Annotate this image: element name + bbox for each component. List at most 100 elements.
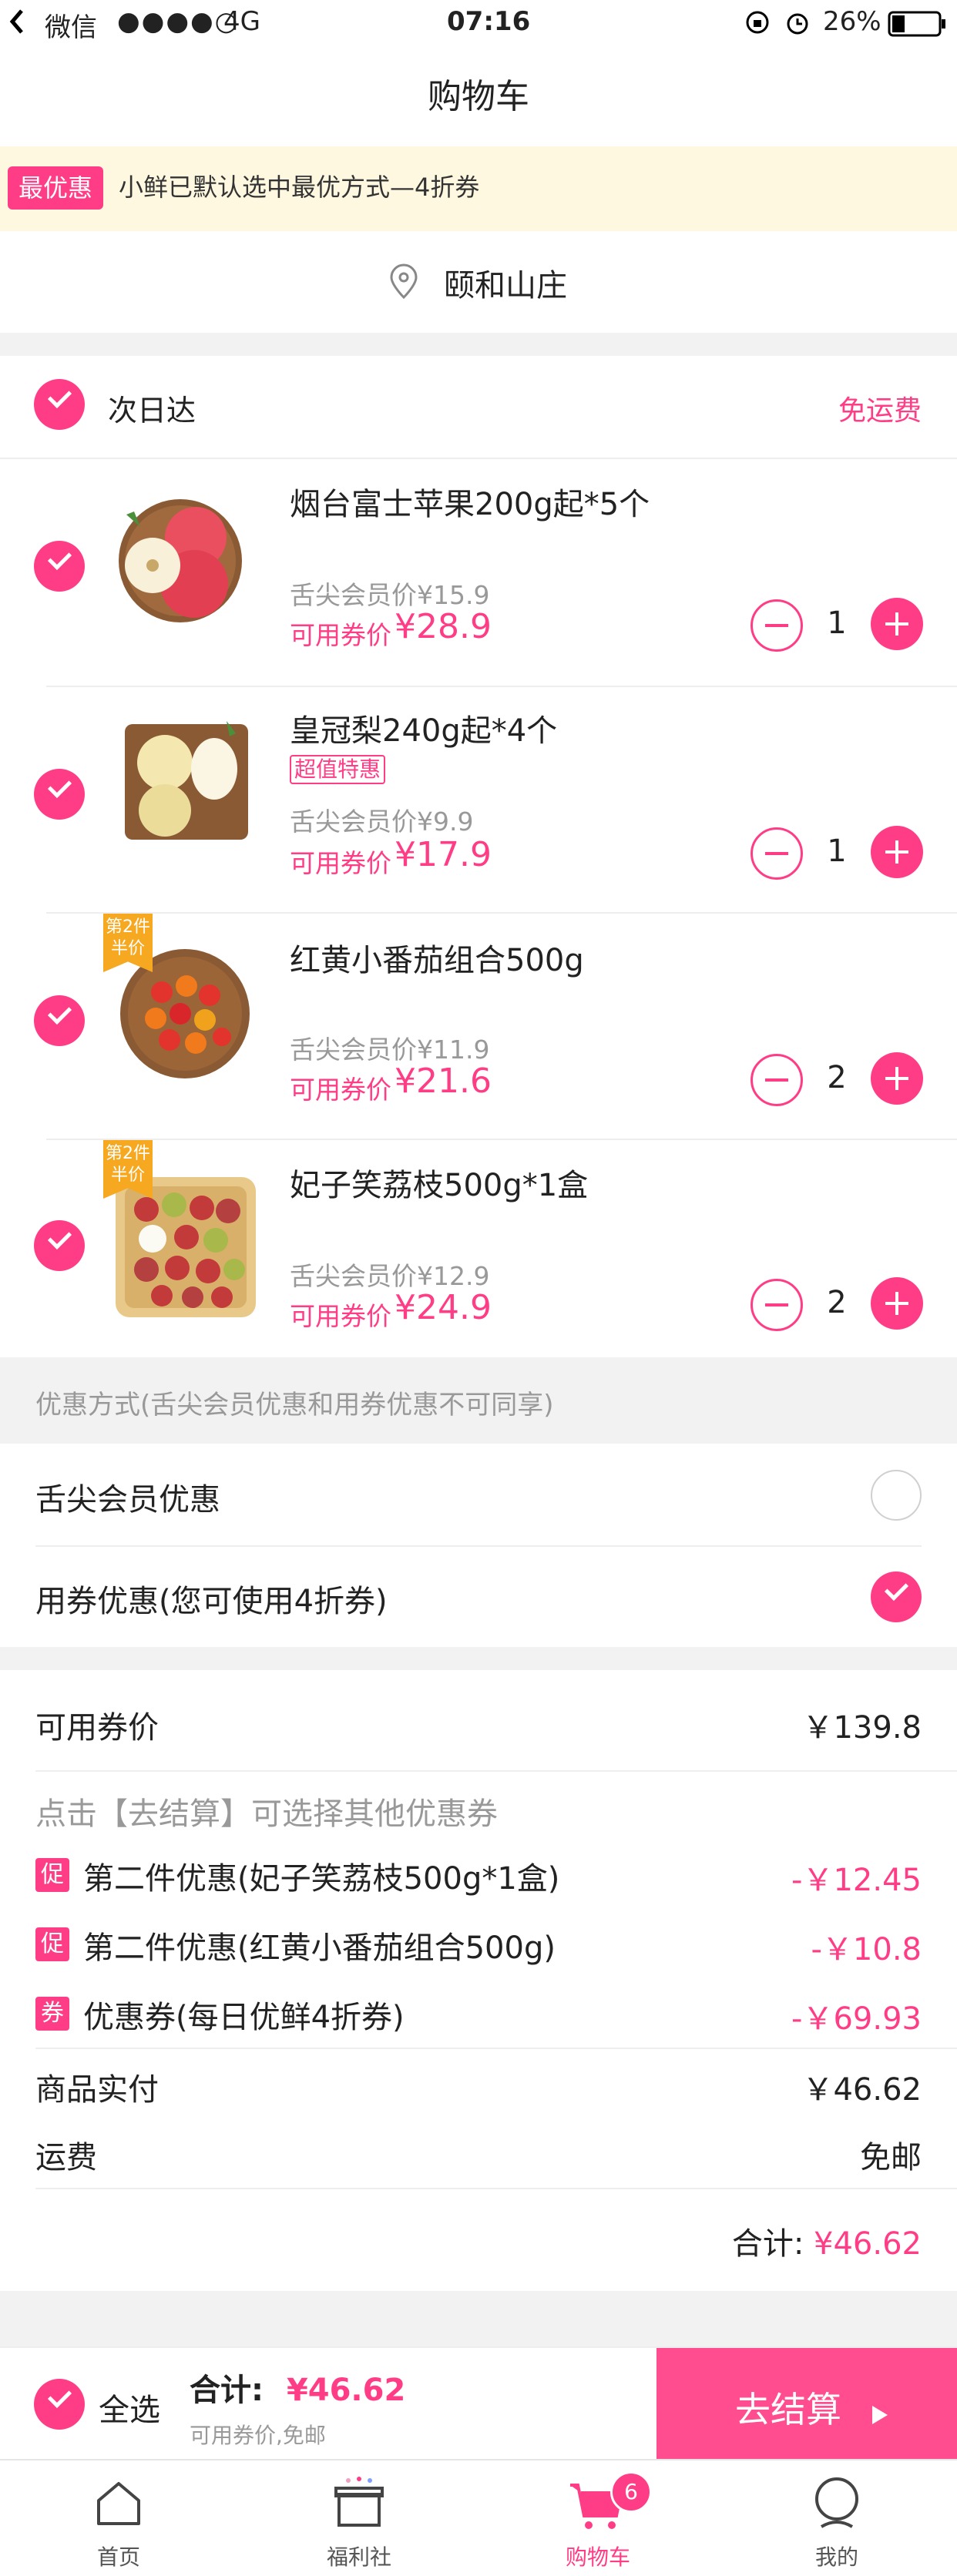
item-select-checkbox[interactable] — [34, 1220, 85, 1271]
promo-value: -￥10.8 — [811, 1932, 922, 1967]
tab-home[interactable]: 首页 — [26, 2460, 211, 2576]
option-label: 舌尖会员优惠 — [35, 1482, 220, 1518]
coupon-price: ¥21.6 — [395, 1062, 492, 1101]
promo-tag: 促 — [35, 1858, 69, 1892]
tab-cart[interactable]: 6 购物车 — [505, 2460, 690, 2576]
member-price: 舌尖会员价¥15.9 — [290, 580, 490, 610]
back-app-label[interactable]: 微信 — [45, 6, 97, 44]
product-image-apple[interactable] — [103, 484, 247, 627]
product-image-lychee[interactable] — [112, 1174, 259, 1320]
cart-item: 第2件半价 妃子笑荔枝500g*1盒 舌尖会员价¥12.9 可用券价 ¥24.9… — [0, 1140, 957, 1357]
shipping-label: 运费 — [35, 2140, 97, 2175]
decrease-qty-button[interactable] — [750, 599, 803, 652]
coupon-price-label: 可用券价 — [290, 1075, 391, 1105]
promo-tag: 促 — [35, 1927, 69, 1961]
delivery-address[interactable]: 颐和山庄 — [0, 231, 957, 333]
option-label: 用券优惠(您可使用4折券) — [35, 1584, 388, 1619]
quantity-value[interactable]: 2 — [821, 1060, 852, 1095]
bar-total: 合计: ¥46.62 — [190, 2365, 405, 2410]
divider — [35, 1770, 957, 1772]
tab-bar: 首页 福利社 6 购物车 我的 — [0, 2459, 957, 2576]
group-select-checkbox[interactable] — [34, 379, 85, 430]
coupon-price-label: 可用券价 — [290, 620, 391, 650]
cart-item: 第2件半价 红黄小番茄组合500g 舌尖会员价¥11.9 可用券价 ¥21.6 … — [0, 914, 957, 1139]
status-bar: 微信 ●●●●○ 4G 07:16 26% — [0, 0, 957, 48]
item-select-checkbox[interactable] — [34, 995, 85, 1046]
coupon-discount-option[interactable]: 用券优惠(您可使用4折券) — [0, 1547, 957, 1647]
home-icon — [92, 2477, 145, 2533]
quantity-value[interactable]: 2 — [821, 1285, 852, 1320]
quantity-value[interactable]: 1 — [821, 834, 852, 869]
checkout-bar: 全选 合计: ¥46.62 可用券价,免邮 去结算 — [0, 2346, 957, 2460]
divider — [35, 2188, 957, 2189]
increase-qty-button[interactable] — [871, 598, 923, 650]
bar-total-value: ¥46.62 — [286, 2373, 406, 2408]
checkout-label: 去结算 — [735, 2389, 841, 2430]
promo-label: 第二件优惠(红黄小番茄组合500g) — [83, 1930, 556, 1966]
alarm-icon — [784, 9, 811, 42]
tab-welfare[interactable]: 福利社 — [267, 2460, 452, 2576]
product-name[interactable]: 红黄小番茄组合500g — [290, 935, 584, 980]
promo-label: 第二件优惠(妃子笑荔枝500g*1盒) — [83, 1861, 560, 1897]
member-price: 舌尖会员价¥11.9 — [290, 1035, 490, 1065]
clock: 07:16 — [447, 6, 531, 37]
discount-method-header: 优惠方式(舌尖会员优惠和用券优惠不可同享) — [35, 1390, 554, 1420]
product-name[interactable]: 烟台富士苹果200g起*5个 — [290, 479, 650, 524]
back-chevron-icon[interactable] — [8, 6, 26, 44]
orientation-lock-icon — [744, 9, 771, 42]
increase-qty-button[interactable] — [871, 1277, 923, 1330]
coupon-tag: 券 — [35, 1997, 69, 2031]
tab-profile[interactable]: 我的 — [744, 2460, 929, 2576]
decrease-qty-button[interactable] — [750, 1279, 803, 1331]
promo-label: 优惠券(每日优鲜4折券) — [83, 2000, 405, 2035]
decrease-qty-button[interactable] — [750, 1054, 803, 1106]
gift-icon — [333, 2476, 385, 2533]
tab-label: 我的 — [814, 2544, 858, 2570]
tab-label: 福利社 — [326, 2544, 391, 2570]
summary-total-label: 合计: — [731, 2226, 804, 2262]
profile-icon — [811, 2476, 863, 2534]
actual-pay-label: 商品实付 — [35, 2072, 159, 2108]
item-select-checkbox[interactable] — [34, 769, 85, 820]
checkout-button[interactable]: 去结算 — [656, 2348, 957, 2460]
product-name[interactable]: 皇冠梨240g起*4个 — [290, 706, 557, 750]
product-name[interactable]: 妃子笑荔枝500g*1盒 — [290, 1160, 588, 1205]
select-all-checkbox[interactable] — [34, 2379, 85, 2430]
summary-total: 合计: ¥46.62 — [732, 2219, 922, 2263]
coupon-price-total-label: 可用券价 — [35, 1710, 159, 1746]
coupon-price-total-value: ￥139.8 — [802, 1710, 922, 1746]
signal-indicator: ●●●●○ — [117, 6, 240, 37]
tab-label: 购物车 — [565, 2544, 630, 2570]
group-title: 次日达 — [108, 394, 196, 428]
summary-total-value: ¥46.62 — [814, 2226, 922, 2262]
select-all-label[interactable]: 全选 — [99, 2385, 160, 2430]
divider — [35, 2048, 957, 2049]
increase-qty-button[interactable] — [871, 1052, 923, 1105]
battery-icon — [888, 11, 948, 44]
coupon-price: ¥24.9 — [395, 1288, 492, 1327]
nav-bar: 购物车 — [0, 48, 957, 146]
coupon-price-label: 可用券价 — [290, 1301, 391, 1331]
location-pin-icon — [387, 263, 421, 304]
discount-options: 舌尖会员优惠 用券优惠(您可使用4折券) — [0, 1444, 957, 1647]
bar-sub-note: 可用券价,免邮 — [190, 2423, 326, 2448]
promo-value: -￥69.93 — [791, 2001, 922, 2037]
increase-qty-button[interactable] — [871, 826, 923, 878]
address-text: 颐和山庄 — [444, 268, 567, 304]
option-radio-selected[interactable] — [871, 1571, 922, 1622]
tab-label: 首页 — [96, 2544, 140, 2570]
cart-item: 皇冠梨240g起*4个 超值特惠 舌尖会员价¥9.9 可用券价 ¥17.9 1 — [0, 687, 957, 912]
option-radio-unselected[interactable] — [871, 1470, 922, 1521]
quantity-value[interactable]: 1 — [821, 605, 852, 641]
notice-text: 小鲜已默认选中最优方式—4折券 — [119, 173, 480, 202]
item-select-checkbox[interactable] — [34, 541, 85, 592]
battery-percent: 26% — [823, 6, 881, 37]
page-title: 购物车 — [428, 77, 529, 116]
member-price: 舌尖会员价¥9.9 — [290, 807, 474, 837]
decrease-qty-button[interactable] — [750, 827, 803, 880]
product-image-pear[interactable] — [119, 713, 254, 849]
member-price: 舌尖会员价¥12.9 — [290, 1261, 490, 1291]
coupon-price-label: 可用券价 — [290, 848, 391, 878]
member-discount-option[interactable]: 舌尖会员优惠 — [0, 1444, 957, 1545]
network-type: 4G — [223, 6, 260, 37]
